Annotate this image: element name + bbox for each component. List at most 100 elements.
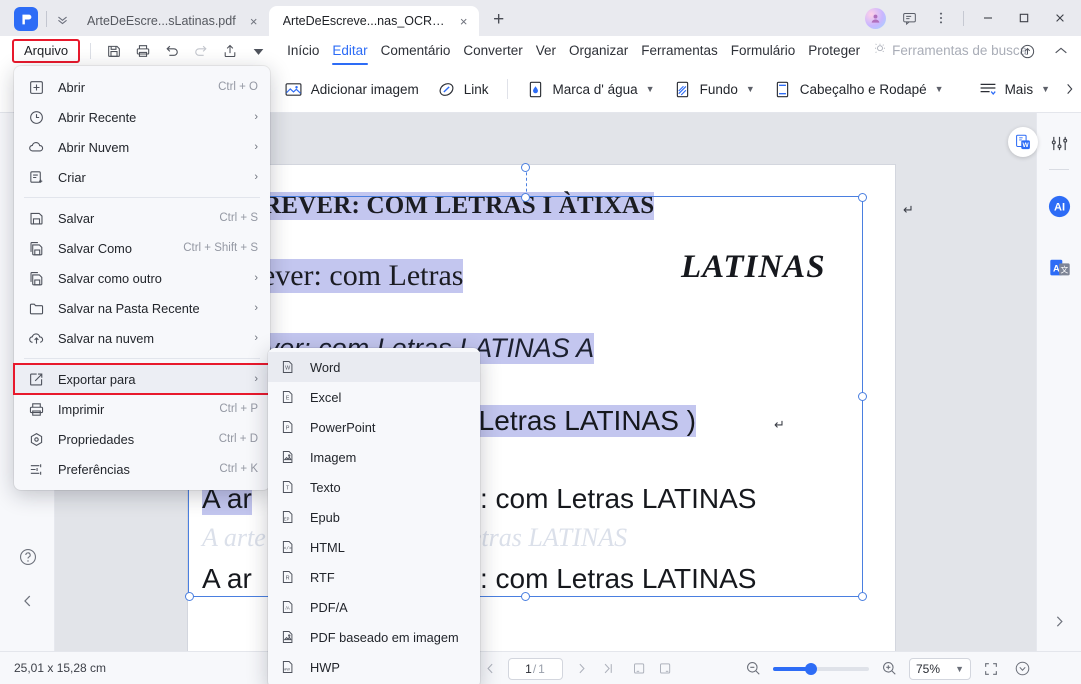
save-icon[interactable]	[99, 38, 128, 64]
avatar[interactable]	[865, 7, 886, 29]
collapse-sidebar-icon[interactable]	[0, 579, 55, 623]
tool-cabecalho-rodape[interactable]: Cabeçalho e Rodapé ▼	[764, 74, 953, 104]
doc-line-5-suffix[interactable]: : com Letras LATINAS	[480, 483, 756, 515]
svg-text:/A: /A	[286, 605, 290, 610]
export-option-powerpoint[interactable]: P PowerPoint	[268, 412, 480, 442]
file-menu-button[interactable]: Arquivo	[12, 38, 81, 64]
fit-page-icon[interactable]	[980, 658, 1002, 680]
tab-organizar[interactable]: Organizar	[569, 43, 628, 60]
redo-icon[interactable]	[186, 38, 215, 64]
close-icon[interactable]: ×	[246, 13, 262, 29]
document-tab-1[interactable]: ArteDeEscre...sLatinas.pdf ×	[73, 6, 269, 36]
close-icon[interactable]: ×	[456, 13, 472, 29]
menu-item-salvar-nuvem[interactable]: Salvar na nuvem ›	[14, 323, 270, 353]
tool-marca-dagua[interactable]: Marca d' água ▼	[517, 74, 664, 104]
export-option-label: Imagem	[310, 449, 357, 465]
export-option-label: HWP	[310, 659, 340, 675]
more-dropdown-icon[interactable]	[244, 38, 273, 64]
menu-item-propriedades[interactable]: Propriedades Ctrl + D	[14, 424, 270, 454]
maximize-button[interactable]	[1007, 2, 1041, 34]
help-icon[interactable]	[0, 535, 55, 579]
tab-ferramentas[interactable]: Ferramentas	[641, 43, 718, 60]
feedback-icon[interactable]	[894, 3, 924, 33]
tab-editar[interactable]: Editar	[332, 43, 368, 65]
menu-item-salvar-pasta-recente[interactable]: Salvar na Pasta Recente ›	[14, 293, 270, 323]
cloud-icon	[28, 139, 50, 156]
cloud-upload-icon[interactable]	[1013, 38, 1042, 64]
previous-page-button[interactable]	[478, 657, 502, 681]
menu-item-imprimir[interactable]: Imprimir Ctrl + P	[14, 394, 270, 424]
undo-icon[interactable]	[157, 38, 186, 64]
next-page-button[interactable]	[569, 657, 593, 681]
export-option-epub[interactable]: EP Epub	[268, 502, 480, 532]
ai-icon[interactable]: AI	[1037, 184, 1081, 228]
doc-line-2-blackletter[interactable]: LATINAS	[681, 249, 826, 286]
chevron-down-icon[interactable]: ▼	[1041, 84, 1050, 94]
menu-item-shortcut: Ctrl + O	[218, 81, 258, 93]
zoom-slider[interactable]	[773, 662, 869, 675]
print-icon[interactable]	[128, 38, 157, 64]
search-tools-button[interactable]: Ferramentas de busca	[873, 42, 1027, 61]
export-option-html[interactable]: </> HTML	[268, 532, 480, 562]
view-mode-icon[interactable]	[1011, 658, 1033, 680]
menu-item-criar[interactable]: Criar ›	[14, 162, 270, 192]
collapse-ribbon-icon[interactable]	[1046, 38, 1075, 64]
page-number-input[interactable]: 1 / 1	[508, 657, 563, 680]
menu-item-preferencias[interactable]: Preferências Ctrl + K	[14, 454, 270, 484]
bulb-icon	[873, 42, 887, 59]
chevron-down-icon[interactable]: ▼	[646, 84, 655, 94]
facing-page-view-button[interactable]	[653, 657, 677, 681]
export-to-word-chip[interactable]: W	[1008, 127, 1038, 157]
menu-item-abrir-recente[interactable]: Abrir Recente ›	[14, 102, 270, 132]
tab-converter[interactable]: Converter	[463, 43, 522, 60]
menu-item-exportar-para[interactable]: Exportar para ›	[13, 363, 271, 395]
tool-label: Link	[463, 81, 489, 97]
zoom-in-icon[interactable]	[878, 658, 900, 680]
menu-divider	[24, 358, 260, 359]
tab-inicio[interactable]: Início	[287, 43, 319, 60]
export-option-word[interactable]: W Word	[268, 352, 480, 382]
export-option-excel[interactable]: E Excel	[268, 382, 480, 412]
tab-proteger[interactable]: Proteger	[808, 43, 860, 60]
tab-list-chevron-icon[interactable]	[51, 6, 73, 32]
export-submenu[interactable]: W Word E Excel P PowerPoint Imagem T Tex…	[268, 348, 480, 684]
tool-fundo[interactable]: Fundo ▼	[664, 74, 764, 104]
tool-link[interactable]: Link	[428, 74, 498, 104]
chevron-down-icon[interactable]: ▼	[746, 84, 755, 94]
menu-item-salvar-como[interactable]: Salvar Como Ctrl + Shift + S	[14, 233, 270, 263]
export-option-rtf[interactable]: R RTF	[268, 562, 480, 592]
tool-adicionar-imagem[interactable]: Adicionar imagem	[275, 74, 428, 104]
document-tab-2[interactable]: ArteDeEscreve...nas_OCR.pdf * ×	[268, 6, 479, 36]
export-option-pdf-imagem[interactable]: PDF baseado em imagem	[268, 622, 480, 652]
single-page-view-button[interactable]	[627, 657, 651, 681]
translate-icon[interactable]: A 文	[1037, 246, 1081, 290]
doc-line-6-prefix[interactable]: A ar	[202, 563, 252, 595]
adjust-sliders-icon[interactable]	[1037, 121, 1081, 165]
share-icon[interactable]	[215, 38, 244, 64]
tab-comentario[interactable]: Comentário	[381, 43, 451, 60]
more-options-icon[interactable]	[926, 3, 956, 33]
menu-item-abrir-nuvem[interactable]: Abrir Nuvem ›	[14, 132, 270, 162]
ribbon-overflow-button[interactable]	[1059, 74, 1081, 104]
export-option-imagem[interactable]: Imagem	[268, 442, 480, 472]
tab-ver[interactable]: Ver	[536, 43, 556, 60]
menu-item-abrir[interactable]: Abrir Ctrl + O	[14, 72, 270, 102]
menu-item-salvar-como-outro[interactable]: Salvar como outro ›	[14, 263, 270, 293]
chevron-down-icon[interactable]: ▼	[935, 84, 944, 94]
zoom-slider-knob[interactable]	[805, 662, 817, 675]
chevron-right-icon[interactable]	[1047, 609, 1071, 633]
minimize-button[interactable]	[971, 2, 1005, 34]
menu-item-salvar[interactable]: Salvar Ctrl + S	[14, 203, 270, 233]
export-option-pdfa[interactable]: /A PDF/A	[268, 592, 480, 622]
last-page-button[interactable]	[595, 657, 619, 681]
close-window-button[interactable]	[1043, 2, 1077, 34]
zoom-level-select[interactable]: 75% ▼	[909, 657, 971, 680]
export-option-texto[interactable]: T Texto	[268, 472, 480, 502]
doc-line-6-suffix[interactable]: : com Letras LATINAS	[480, 563, 756, 595]
zoom-out-icon[interactable]	[742, 658, 764, 680]
export-option-hwp[interactable]: HW HWP	[268, 652, 480, 682]
tab-formulario[interactable]: Formulário	[731, 43, 796, 60]
new-tab-button[interactable]: +	[485, 6, 513, 34]
tool-mais[interactable]: Mais ▼	[969, 74, 1059, 104]
file-dropdown-menu[interactable]: Abrir Ctrl + O Abrir Recente › Abrir Nuv…	[13, 66, 271, 490]
